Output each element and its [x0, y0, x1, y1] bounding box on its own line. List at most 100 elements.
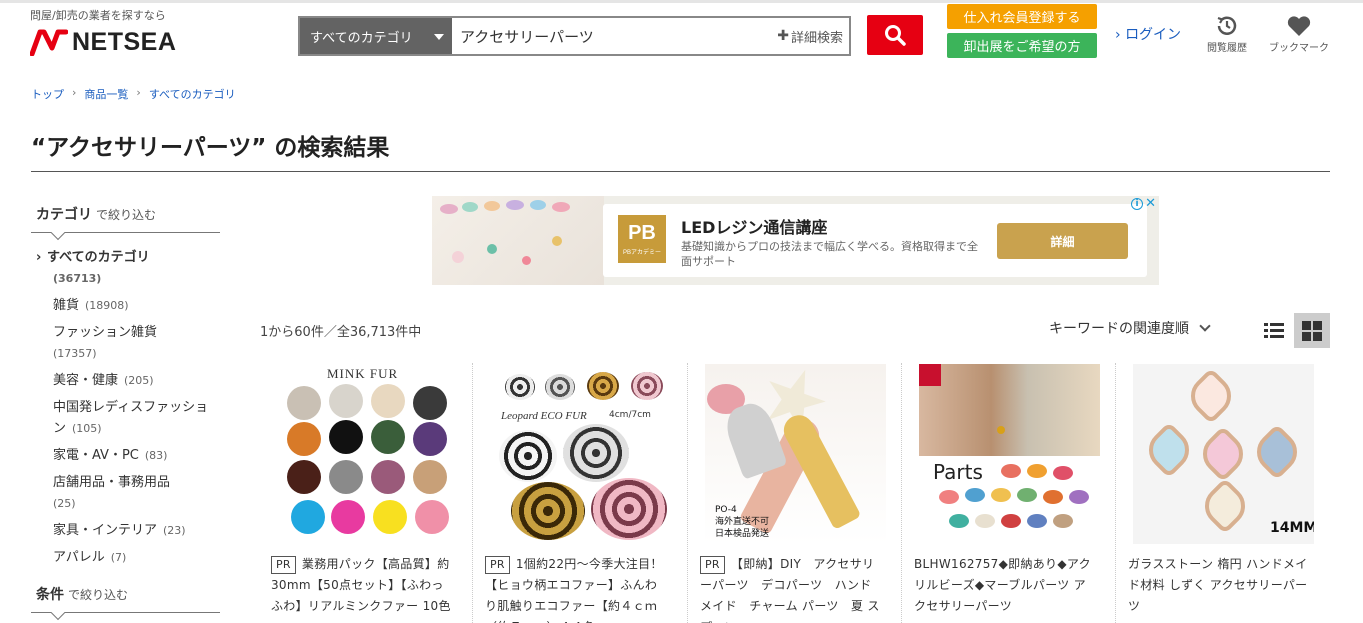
heading-notch-icon — [50, 225, 66, 241]
product-card[interactable]: Parts BLHW162757◆即納あり◆アクリルビーズ◆マーブルパーツ アク… — [913, 363, 1127, 623]
login-label: ログイン — [1125, 27, 1182, 43]
heart-icon — [1287, 16, 1311, 36]
list-view-button[interactable] — [1256, 313, 1292, 348]
bookmark-label: ブックマーク — [1269, 43, 1329, 54]
advanced-search-label: 詳細検索 — [790, 30, 843, 46]
product-title[interactable]: ガラスストーン 楕円 ハンドメイド材料 しずく アクセサリーパーツ — [1128, 554, 1311, 617]
product-card[interactable]: MINK FUR PR 業務用パック【高品質】約30mm【50点セット】【ふわっふ… — [270, 363, 484, 623]
category-item-beauty[interactable]: 美容・健康 (205) — [36, 370, 216, 391]
category-select[interactable]: すべてのカテゴリ — [300, 18, 452, 54]
page-title: “アクセサリーパーツ” の検索結果 — [31, 135, 390, 161]
product-image[interactable]: Leopard ECO FUR 4cm/7cm — [491, 364, 672, 544]
exhibit-button[interactable]: 卸出展をご希望の方 — [947, 33, 1097, 58]
history-label: 閲覧履歴 — [1207, 43, 1247, 54]
product-image-text: MINK FUR — [327, 366, 399, 381]
product-title-text: 1個約22円～今季大注目！【ヒョウ柄エコファー】ふんわり肌触りエコファー【約４ｃ… — [485, 557, 663, 623]
category-count: (36713) — [53, 272, 102, 285]
category-item-store-office[interactable]: 店舗用品・事務用品 (25) — [36, 472, 216, 514]
category-item-china-ladies[interactable]: 中国発レディスファッション (105) — [36, 397, 216, 439]
breadcrumb-separator-icon: › — [72, 86, 77, 99]
product-image[interactable]: MINK FUR — [277, 364, 458, 544]
category-label: 家電・AV・PC — [53, 448, 139, 463]
category-label: 美容・健康 — [53, 373, 119, 388]
grid-view-icon — [1302, 320, 1322, 341]
category-label: 店舗用品・事務用品 — [53, 475, 171, 490]
bookmark-link[interactable]: ブックマーク — [1269, 13, 1329, 54]
product-title[interactable]: BLHW162757◆即納あり◆アクリルビーズ◆マーブルパーツ アクセサリーパー… — [914, 554, 1097, 617]
category-count: (105) — [72, 422, 102, 435]
result-count: 1から60件／全36,713件中 — [260, 325, 422, 340]
breadcrumb-all-categories[interactable]: すべてのカテゴリ — [149, 86, 236, 102]
category-count: (205) — [124, 374, 154, 387]
category-item-electronics[interactable]: 家電・AV・PC (83) — [36, 445, 216, 466]
product-image-text: Leopard ECO FUR — [501, 410, 587, 422]
breadcrumb-separator-icon: › — [136, 86, 141, 99]
category-count: (7) — [110, 551, 127, 564]
ad-info-icon[interactable]: i — [1131, 198, 1143, 210]
chevron-right-icon: › — [36, 250, 42, 265]
category-item-zakka[interactable]: 雑貨 (18908) — [36, 295, 216, 316]
condition-heading-sub: で絞り込む — [68, 588, 129, 602]
search-box: すべてのカテゴリ ✚ 詳細検索 — [298, 16, 851, 56]
product-card[interactable]: Leopard ECO FUR 4cm/7cm PR 1個約22円～今季大注目！【… — [485, 363, 699, 623]
login-link[interactable]: › ログイン — [1115, 24, 1181, 44]
breadcrumb-products[interactable]: 商品一覧 — [84, 86, 128, 102]
category-item-apparel[interactable]: アパレル (7) — [36, 547, 216, 568]
ad-logo: PB PBアカデミー — [618, 215, 666, 263]
product-image[interactable]: 14MM — [1133, 364, 1314, 544]
plus-icon: ✚ — [777, 28, 789, 44]
category-count: (25) — [53, 497, 76, 510]
category-count: (83) — [144, 449, 168, 462]
netsea-logo[interactable]: NETSEA — [30, 26, 176, 58]
ad-description: 基礎知識からプロの技法まで幅広く学べる。資格取得まで全面サポート — [681, 240, 978, 268]
product-image[interactable]: PO-4 海外直送不可 日本検品発送 — [705, 364, 886, 544]
grid-view-button[interactable] — [1294, 313, 1330, 348]
history-link[interactable]: 閲覧履歴 — [1197, 13, 1257, 54]
register-button[interactable]: 仕入れ会員登録する — [947, 4, 1097, 29]
product-title-text: BLHW162757◆即納あり◆アクリルビーズ◆マーブルパーツ アクセサリーパー… — [914, 557, 1091, 613]
product-title-text: 【即納】DIY アクセサリーパーツ デコパーツ ハンドメイド チャーム パーツ … — [700, 557, 880, 623]
sort-dropdown[interactable]: キーワードの関連度順 — [1049, 318, 1211, 338]
category-label: ファッション雑貨 — [53, 325, 158, 340]
category-label: すべてのカテゴリ — [47, 250, 150, 265]
product-title[interactable]: PR 1個約22円～今季大注目！【ヒョウ柄エコファー】ふんわり肌触りエコファー【約… — [485, 554, 668, 623]
ad-logo-sub: PBアカデミー — [622, 250, 661, 256]
product-image[interactable]: Parts — [919, 364, 1100, 544]
tagline: 問屋/卸売の業者を探すなら — [30, 9, 166, 22]
ad-close-icon[interactable]: ✕ — [1145, 196, 1156, 211]
ad-detail-button[interactable]: 詳細 — [997, 223, 1128, 259]
logo-text: NETSEA — [72, 27, 177, 56]
category-select-label: すべてのカテゴリ — [310, 30, 413, 46]
product-title[interactable]: PR 【即納】DIY アクセサリーパーツ デコパーツ ハンドメイド チャーム パー… — [700, 554, 883, 623]
category-filter-heading: カテゴリ で絞り込む — [36, 204, 156, 224]
category-label: 雑貨 — [53, 298, 80, 313]
heading-notch-icon — [50, 605, 66, 621]
search-icon — [885, 25, 906, 46]
caret-down-icon — [434, 34, 444, 40]
category-count: (17357) — [53, 347, 97, 360]
advanced-search-link[interactable]: ✚ 詳細検索 — [777, 18, 849, 54]
product-image-text: Parts — [933, 460, 983, 484]
search-button[interactable] — [867, 15, 923, 55]
category-label: アパレル — [53, 550, 105, 565]
category-item-furniture[interactable]: 家具・インテリア (23) — [36, 520, 216, 541]
category-heading-label: カテゴリ — [36, 207, 92, 223]
ad-title: LEDレジン通信講座 — [681, 218, 828, 237]
category-list: › すべてのカテゴリ (36713) 雑貨 (18908) ファッション雑貨 (1735… — [36, 247, 216, 574]
ad-banner[interactable]: PB PBアカデミー LEDレジン通信講座 基礎知識からプロの技法まで幅広く学べる… — [432, 196, 1159, 285]
category-item-all[interactable]: › すべてのカテゴリ (36713) — [36, 247, 216, 289]
condition-filter-heading: 条件 で絞り込む — [36, 584, 128, 604]
history-icon — [1217, 16, 1237, 35]
condition-heading-label: 条件 — [36, 587, 64, 603]
breadcrumb-top[interactable]: トップ — [31, 86, 64, 102]
product-card[interactable]: PO-4 海外直送不可 日本検品発送 PR 【即納】DIY アクセサリーパーツ デ… — [699, 363, 913, 623]
product-card[interactable]: 14MM ガラスストーン 楕円 ハンドメイド材料 しずく アクセサリーパーツ — [1127, 363, 1341, 623]
category-label: 家具・インテリア — [53, 523, 158, 538]
product-title[interactable]: PR 業務用パック【高品質】約30mm【50点セット】【ふわっふわ】リアルミンクフ… — [271, 554, 454, 617]
pr-badge: PR — [700, 556, 725, 574]
category-item-fashion-goods[interactable]: ファッション雑貨 (17357) — [36, 322, 216, 364]
breadcrumb: トップ › 商品一覧 › すべてのカテゴリ — [31, 86, 236, 102]
search-input[interactable] — [452, 18, 778, 54]
chevron-down-icon — [1199, 320, 1211, 332]
product-title-text: 業務用パック【高品質】約30mm【50点セット】【ふわっふわ】リアルミンクファー… — [271, 557, 451, 613]
